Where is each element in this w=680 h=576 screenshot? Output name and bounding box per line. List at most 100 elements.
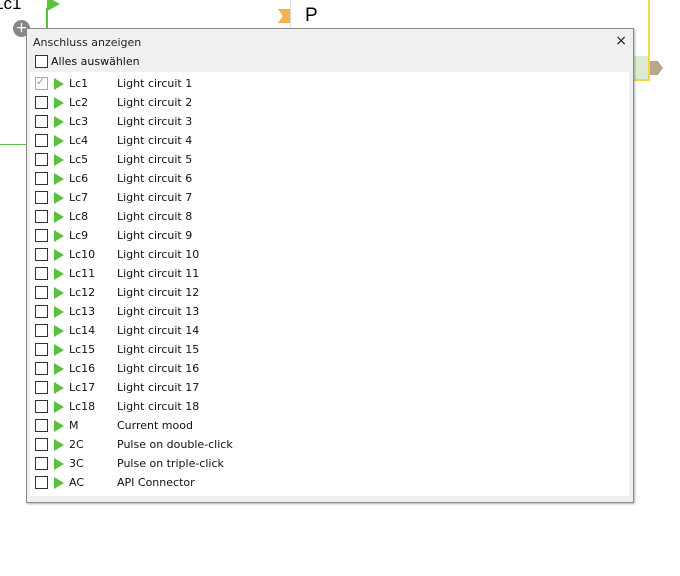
connector-icon — [54, 400, 64, 413]
list-item[interactable]: Lc6 Light circuit 6 — [30, 169, 192, 188]
checkbox[interactable] — [35, 381, 48, 394]
connector-code: M — [69, 419, 79, 432]
checkbox[interactable] — [35, 134, 48, 147]
block-border-line — [46, 8, 48, 30]
list-item[interactable]: Lc17 Light circuit 17 — [30, 378, 199, 397]
list-item[interactable]: Lc13 Light circuit 13 — [30, 302, 199, 321]
checkbox[interactable] — [35, 324, 48, 337]
list-item[interactable]: Lc1 Light circuit 1 — [30, 74, 192, 93]
checkbox[interactable] — [35, 400, 48, 413]
connector-name: Light circuit 1 — [117, 77, 193, 90]
popup-title: Anschluss anzeigen — [33, 36, 142, 49]
connector-name: Light circuit 11 — [117, 267, 200, 280]
connector-icon — [54, 362, 64, 375]
connector-icon — [54, 457, 64, 470]
connector-name: Pulse on triple-click — [117, 457, 224, 470]
connector-icon — [54, 343, 64, 356]
connector-code: 3C — [69, 457, 84, 470]
select-all-checkbox[interactable]: Alles auswählen — [35, 55, 140, 68]
checkbox[interactable] — [35, 476, 48, 489]
connector-code: Lc7 — [69, 191, 89, 204]
connector-icon — [54, 77, 64, 90]
block-border-line — [290, 0, 291, 28]
list-item[interactable]: 2C Pulse on double-click — [30, 435, 233, 454]
list-item[interactable]: Lc2 Light circuit 2 — [30, 93, 192, 112]
list-item[interactable]: Lc4 Light circuit 4 — [30, 131, 192, 150]
connector-name: Light circuit 17 — [117, 381, 200, 394]
list-item[interactable]: Lc10 Light circuit 10 — [30, 245, 199, 264]
output-connector-icon — [650, 61, 663, 75]
connector-icon — [54, 172, 64, 185]
connector-icon — [54, 229, 64, 242]
checkbox[interactable] — [35, 457, 48, 470]
list-item[interactable]: AC API Connector — [30, 473, 195, 492]
checkbox[interactable] — [35, 419, 48, 432]
connector-name: Light circuit 2 — [117, 96, 193, 109]
checkbox[interactable] — [35, 210, 48, 223]
list-item[interactable]: Lc5 Light circuit 5 — [30, 150, 192, 169]
highlight-row — [633, 56, 648, 79]
list-item[interactable]: Lc18 Light circuit 18 — [30, 397, 199, 416]
connector-name: Light circuit 16 — [117, 362, 200, 375]
show-connector-popup: Anschluss anzeigen × Alles auswählen Lc1… — [26, 28, 634, 503]
connector-icon — [54, 96, 64, 109]
list-item[interactable]: 3C Pulse on triple-click — [30, 454, 224, 473]
checkbox[interactable] — [35, 267, 48, 280]
checkbox[interactable] — [35, 248, 48, 261]
connector-name: Light circuit 7 — [117, 191, 193, 204]
connector-code: Lc2 — [69, 96, 89, 109]
wire-line — [0, 144, 26, 145]
list-item[interactable]: Lc15 Light circuit 15 — [30, 340, 199, 359]
checkbox[interactable] — [35, 191, 48, 204]
connector-icon — [54, 324, 64, 337]
connector-name: Light circuit 4 — [117, 134, 193, 147]
connector-code: Lc6 — [69, 172, 89, 185]
list-item[interactable]: Lc9 Light circuit 9 — [30, 226, 192, 245]
close-icon[interactable]: × — [615, 33, 627, 49]
connector-code: AC — [69, 476, 85, 489]
list-item[interactable]: Lc11 Light circuit 11 — [30, 264, 199, 283]
checkbox[interactable] — [35, 96, 48, 109]
connector-code: Lc8 — [69, 210, 89, 223]
connector-icon — [54, 267, 64, 280]
connector-code: Lc15 — [69, 343, 96, 356]
connector-icon — [54, 210, 64, 223]
list-item[interactable]: Lc8 Light circuit 8 — [30, 207, 192, 226]
connector-name: Light circuit 15 — [117, 343, 200, 356]
connector-code: Lc4 — [69, 134, 89, 147]
connector-name: Pulse on double-click — [117, 438, 233, 451]
block-selection-border — [648, 0, 650, 81]
list-item[interactable]: Lc14 Light circuit 14 — [30, 321, 199, 340]
connector-code: Lc14 — [69, 324, 96, 337]
connector-name: Light circuit 10 — [117, 248, 200, 261]
connector-name: Current mood — [117, 419, 193, 432]
connector-list: Lc1 Light circuit 1 Lc2 Light circuit 2 … — [30, 72, 629, 496]
connector-code: Lc9 — [69, 229, 89, 242]
connector-name: Light circuit 18 — [117, 400, 200, 413]
list-item[interactable]: Lc12 Light circuit 12 — [30, 283, 199, 302]
checkbox[interactable] — [35, 438, 48, 451]
connector-output-icon — [47, 0, 60, 11]
checkbox[interactable] — [35, 172, 48, 185]
checkbox[interactable] — [35, 305, 48, 318]
checkbox[interactable] — [35, 229, 48, 242]
checkbox[interactable] — [35, 286, 48, 299]
connector-name: Light circuit 14 — [117, 324, 200, 337]
list-item[interactable]: Lc16 Light circuit 16 — [30, 359, 199, 378]
checkbox[interactable] — [35, 115, 48, 128]
connector-name: Light circuit 9 — [117, 229, 193, 242]
connector-name: Light circuit 6 — [117, 172, 193, 185]
checkbox[interactable] — [35, 362, 48, 375]
list-item[interactable]: Lc3 Light circuit 3 — [30, 112, 192, 131]
input-marker-icon — [278, 9, 290, 23]
checkbox[interactable] — [35, 55, 48, 68]
list-item[interactable]: M Current mood — [30, 416, 193, 435]
connector-name: Light circuit 8 — [117, 210, 193, 223]
checkbox[interactable] — [35, 343, 48, 356]
checkbox[interactable] — [35, 153, 48, 166]
connector-code: Lc18 — [69, 400, 96, 413]
connector-name: API Connector — [117, 476, 195, 489]
list-item[interactable]: Lc7 Light circuit 7 — [30, 188, 192, 207]
connector-name: Light circuit 5 — [117, 153, 193, 166]
connector-icon — [54, 153, 64, 166]
